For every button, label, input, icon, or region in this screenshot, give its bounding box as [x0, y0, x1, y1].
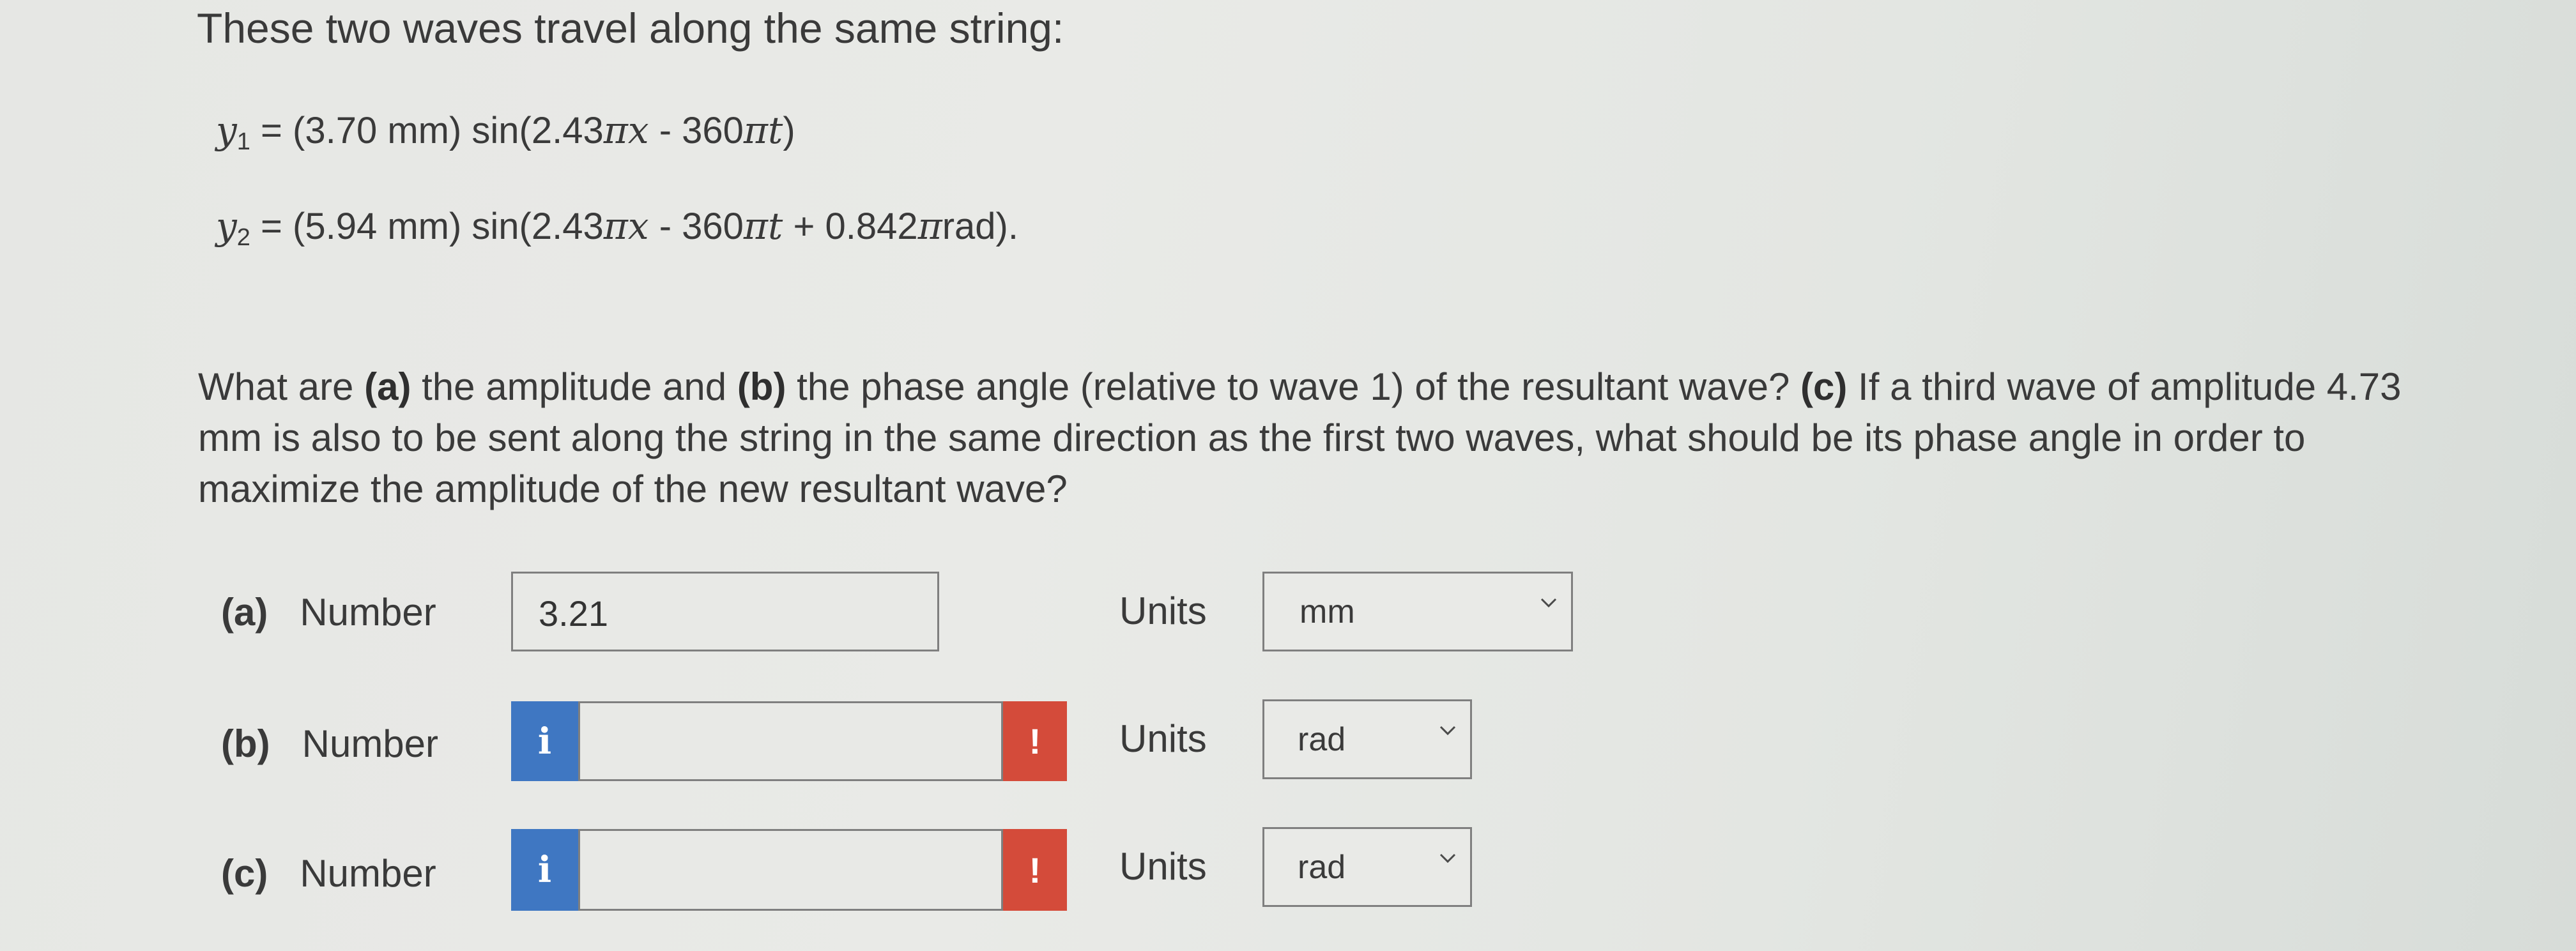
part-c-units-select[interactable]: rad: [1262, 827, 1472, 907]
chevron-down-icon: [1540, 598, 1557, 608]
part-c-label: (c) Number: [221, 852, 436, 895]
part-b-warning-icon: !: [1003, 701, 1067, 781]
part-b-info-button[interactable]: i: [511, 701, 578, 781]
part-c-warning-icon: !: [1003, 829, 1067, 911]
part-b-units-select[interactable]: rad: [1262, 699, 1472, 779]
part-c-units-label: Units: [1119, 845, 1207, 888]
intro-text: These two waves travel along the same st…: [197, 4, 1064, 52]
chevron-down-icon: [1439, 853, 1456, 864]
equation-2: y2 = (5.94 mm) sin(2.43πx - 360πt + 0.84…: [216, 204, 1018, 251]
part-c-number-input[interactable]: [578, 829, 1003, 911]
part-a-units-label: Units: [1119, 590, 1207, 632]
question-text: What are (a) the amplitude and (b) the p…: [198, 365, 2402, 510]
part-a-units-select[interactable]: mm: [1262, 572, 1573, 651]
part-b-units-label: Units: [1119, 717, 1207, 760]
part-a-label: (a) Number: [221, 591, 436, 634]
part-b-unit-value: rad: [1298, 721, 1346, 758]
equation-1: y1 = (3.70 mm) sin(2.43πx - 360πt): [216, 109, 795, 155]
part-b-number-input[interactable]: [578, 701, 1003, 781]
chevron-down-icon: [1439, 726, 1456, 736]
part-c-unit-value: rad: [1298, 849, 1346, 886]
part-b-label: (b) Number: [221, 722, 439, 765]
part-a-number-input[interactable]: 3.21: [511, 572, 939, 651]
info-icon: i: [537, 720, 552, 763]
part-c-info-button[interactable]: i: [511, 829, 578, 911]
info-icon: i: [537, 849, 552, 891]
part-a-unit-value: mm: [1300, 593, 1355, 630]
part-a-value: 3.21: [539, 593, 608, 634]
